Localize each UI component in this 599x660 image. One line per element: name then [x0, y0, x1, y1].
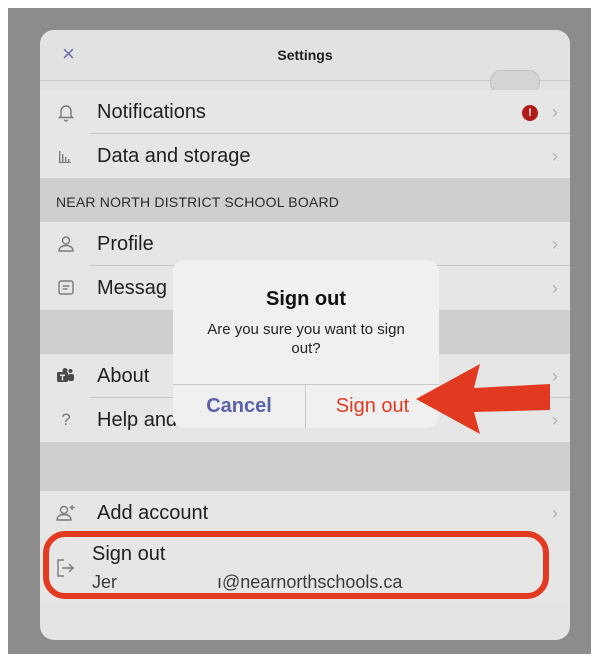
confirm-sign-out-button[interactable]: Sign out	[306, 384, 439, 428]
question-icon: ?	[61, 410, 71, 429]
page-title: Settings	[277, 47, 333, 63]
section-gap	[40, 442, 570, 491]
row-label: Messag	[97, 277, 168, 299]
bell-icon	[54, 100, 78, 124]
row-label: Help and	[97, 409, 178, 431]
row-label: Add account	[97, 502, 209, 524]
chevron-right-icon: ›	[552, 146, 558, 166]
chevron-right-icon: ›	[552, 102, 558, 122]
sign-out-row[interactable]: Sign out Jer ı@nearnorthschools.ca	[40, 535, 570, 603]
row-label: Notifications	[97, 101, 206, 123]
settings-row-add-account[interactable]: Add account ›	[40, 491, 570, 535]
email-prefix: Jer	[92, 572, 118, 592]
teams-icon	[54, 364, 78, 388]
chevron-right-icon: ›	[552, 278, 558, 298]
message-icon	[54, 276, 78, 300]
settings-row-notifications[interactable]: Notifications ! ›	[40, 90, 570, 134]
chevron-right-icon: ›	[552, 503, 558, 523]
chevron-right-icon: ›	[552, 410, 558, 430]
cancel-button[interactable]: Cancel	[173, 384, 305, 428]
section-title: NEAR NORTH DISTRICT SCHOOL BOARD	[56, 194, 340, 210]
chevron-right-icon: ›	[552, 366, 558, 386]
settings-header: × Settings	[40, 30, 570, 81]
email-suffix: ı@nearnorthschools.ca	[217, 572, 403, 592]
row-label: Data and storage	[97, 145, 251, 167]
add-person-icon	[54, 501, 78, 525]
alert-badge: !	[522, 105, 538, 121]
account-email: Jer ı@nearnorthschools.ca	[92, 572, 402, 593]
section-header-organization: NEAR NORTH DISTRICT SCHOOL BOARD	[40, 178, 570, 222]
row-label: Profile	[97, 233, 154, 255]
row-label: About	[97, 365, 150, 387]
bar-chart-icon	[54, 144, 78, 168]
settings-row-data-storage[interactable]: Data and storage ›	[40, 134, 570, 178]
sign-out-label: Sign out	[92, 543, 166, 565]
sign-out-dialog: Sign out Are you sure you want to sign o…	[173, 260, 439, 428]
chevron-right-icon: ›	[552, 234, 558, 254]
sign-out-icon	[54, 557, 78, 581]
person-icon	[54, 232, 78, 256]
dialog-title: Sign out	[266, 288, 346, 310]
dialog-message: Are you sure you want to sign out?	[207, 321, 405, 357]
